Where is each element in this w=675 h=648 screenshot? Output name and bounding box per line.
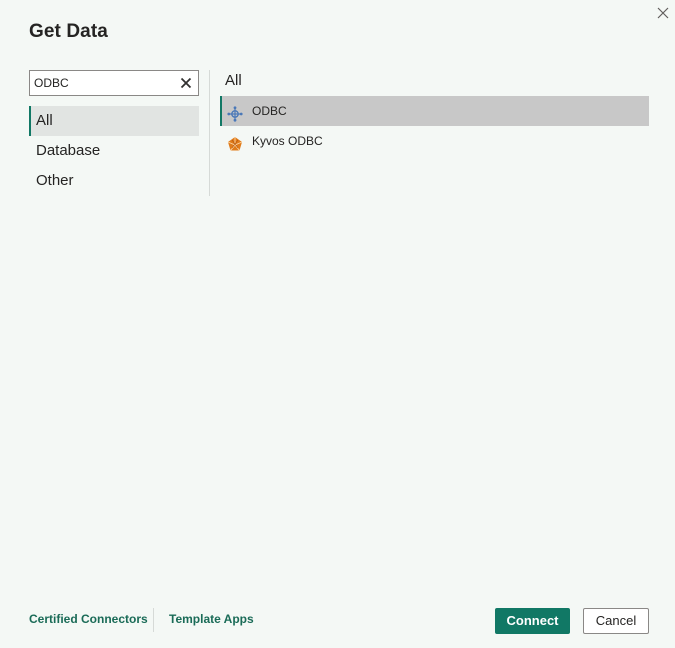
connector-label: Kyvos ODBC: [252, 134, 323, 148]
connector-item-odbc[interactable]: ODBC: [220, 96, 649, 126]
get-data-dialog: Get Data All Database Other All: [0, 0, 675, 648]
category-label: Database: [36, 142, 101, 159]
results-heading: All: [225, 72, 242, 89]
category-list: All Database Other: [29, 106, 199, 196]
dialog-title: Get Data: [29, 21, 108, 42]
close-icon[interactable]: [653, 3, 673, 23]
search-box[interactable]: [29, 70, 199, 96]
category-label: All: [36, 112, 53, 129]
connector-list: ODBC Kyvos ODBC: [220, 96, 649, 156]
footer-divider: [153, 608, 154, 632]
connector-label: ODBC: [252, 104, 287, 118]
category-item-all[interactable]: All: [29, 106, 199, 136]
certified-connectors-link[interactable]: Certified Connectors: [29, 612, 148, 626]
connector-item-kyvos-odbc[interactable]: Kyvos ODBC: [220, 126, 649, 156]
category-item-other[interactable]: Other: [29, 166, 199, 196]
odbc-icon: [227, 103, 243, 122]
category-item-database[interactable]: Database: [29, 136, 199, 166]
clear-icon[interactable]: [178, 75, 194, 91]
kyvos-odbc-icon: [227, 133, 243, 151]
cancel-button[interactable]: Cancel: [583, 608, 649, 634]
connect-button[interactable]: Connect: [495, 608, 570, 634]
search-input[interactable]: [34, 74, 174, 92]
template-apps-link[interactable]: Template Apps: [169, 612, 254, 626]
category-label: Other: [36, 172, 74, 189]
panel-divider: [209, 70, 210, 196]
